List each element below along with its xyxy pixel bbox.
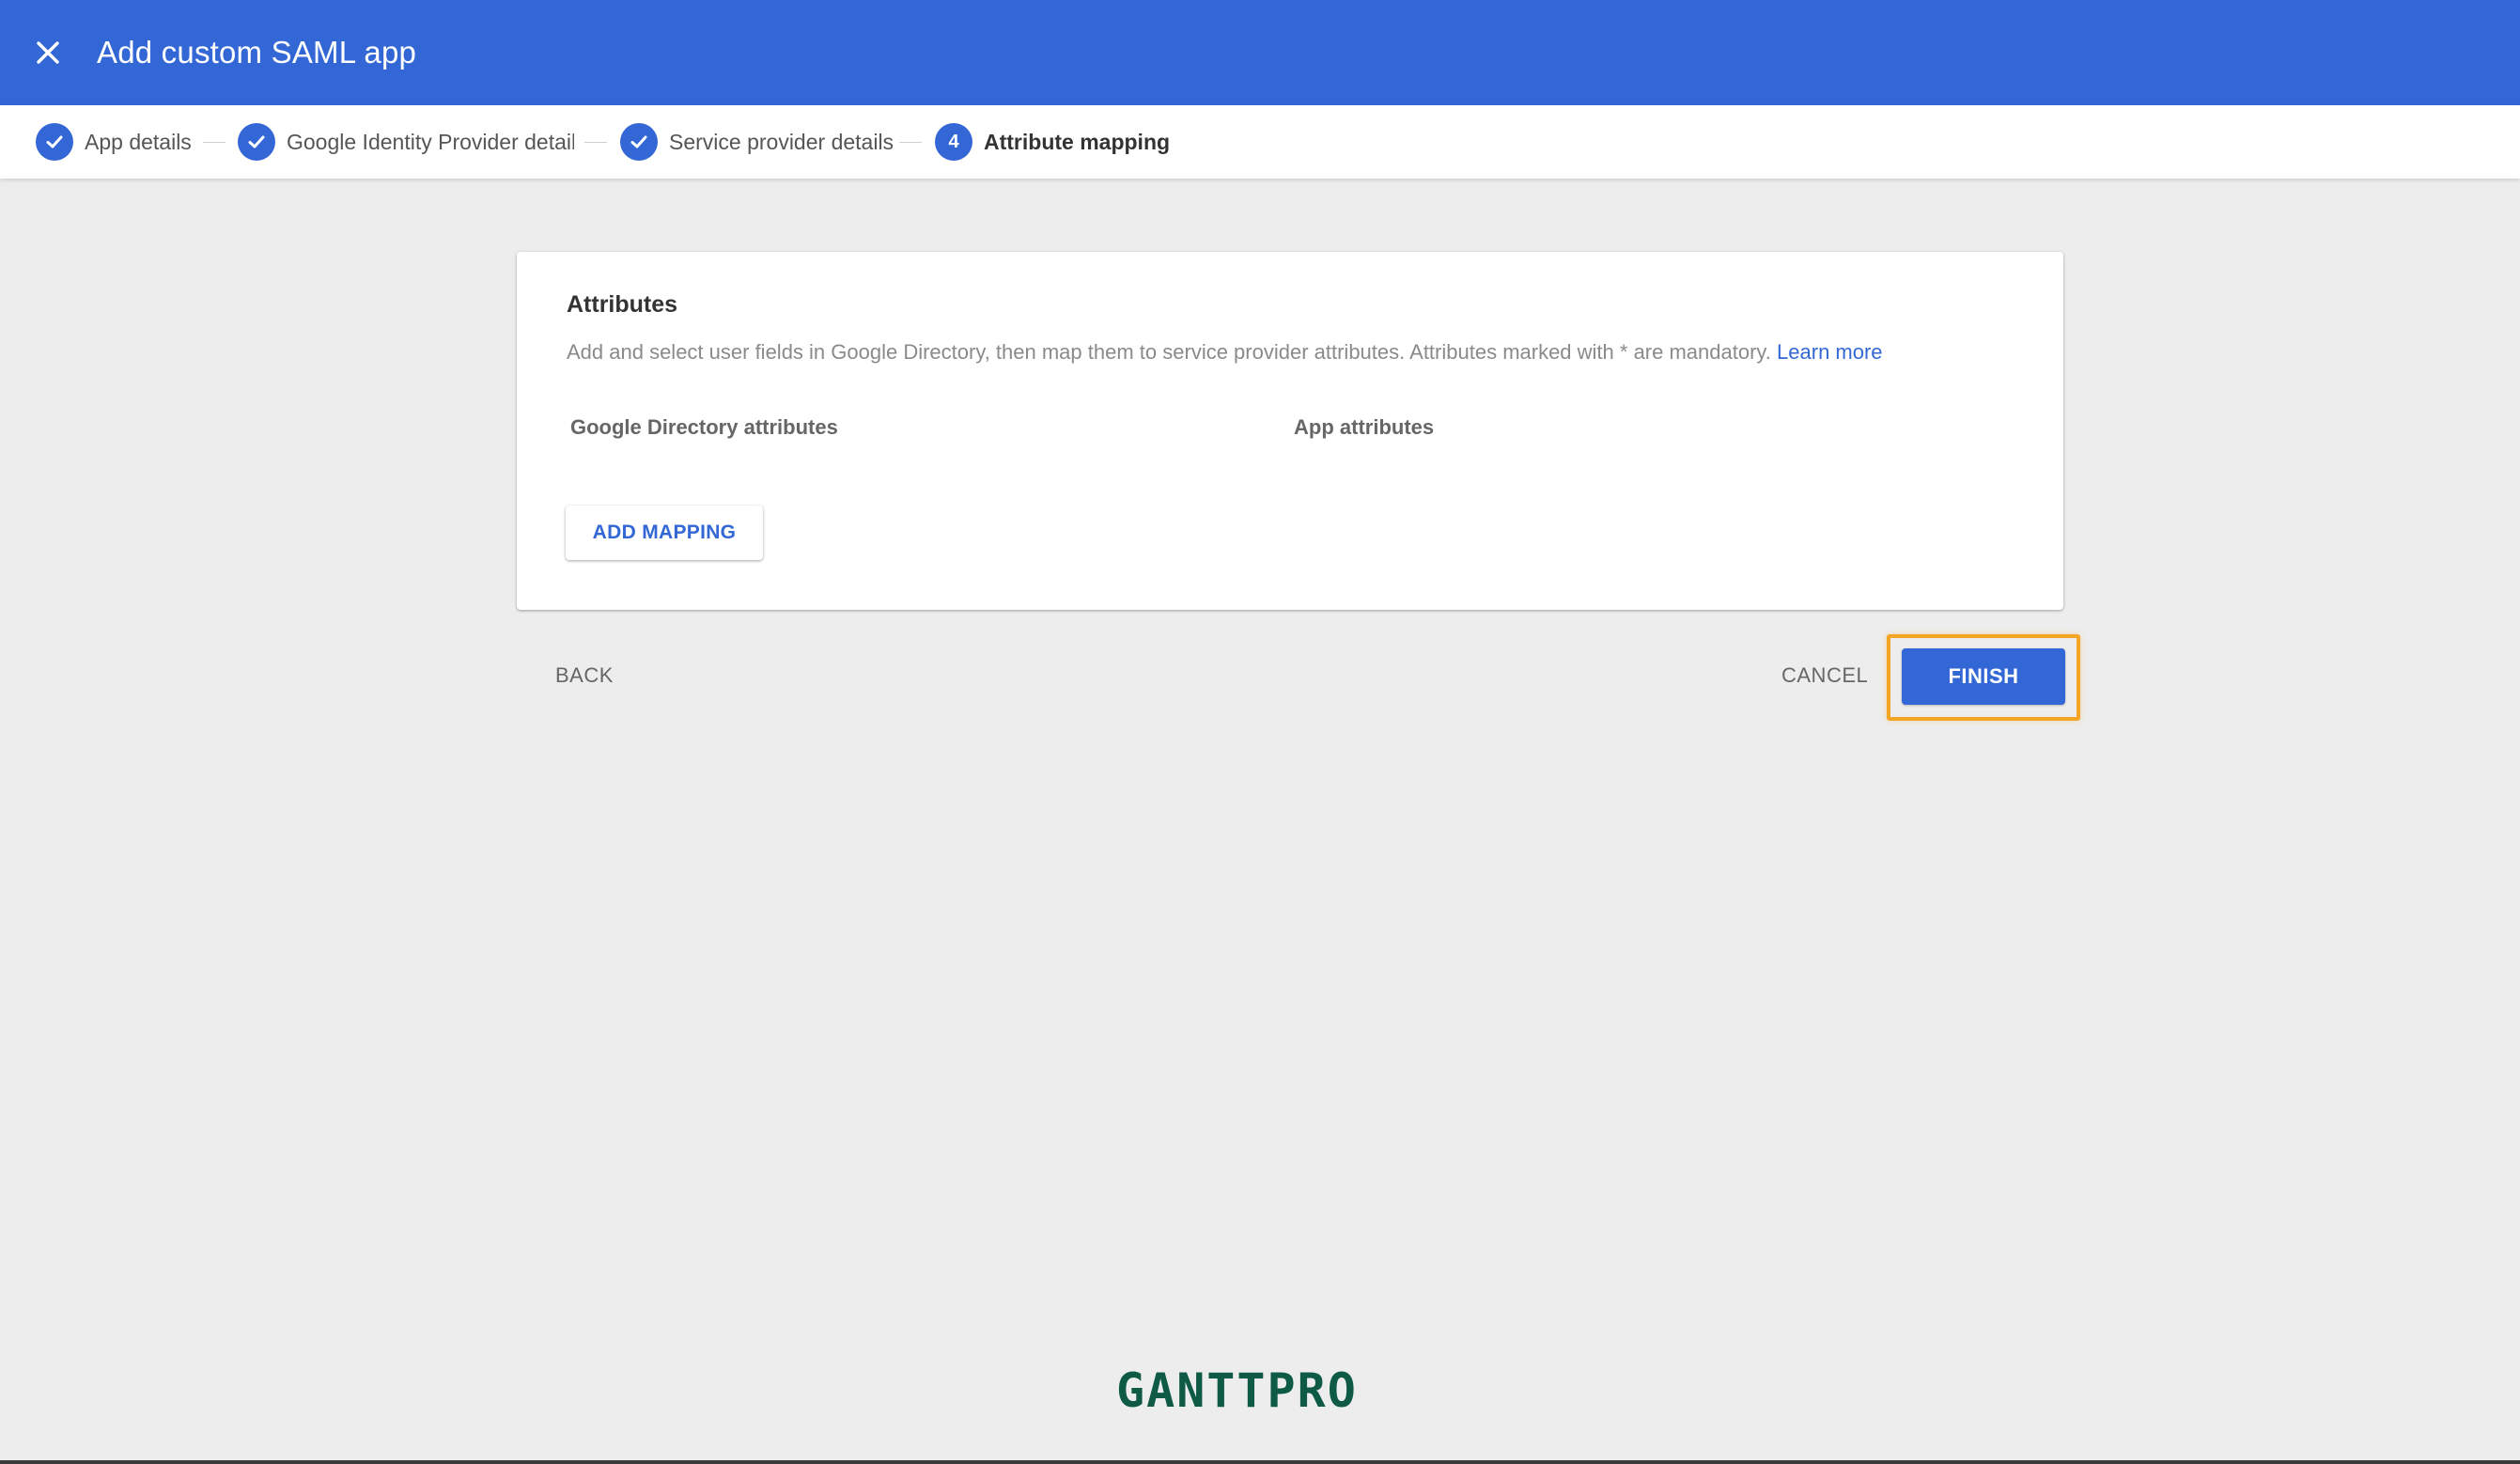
step-label: Attribute mapping: [984, 129, 1171, 154]
ganttpro-logo: GANTTPRO: [1116, 1363, 1358, 1418]
column-header-directory: Google Directory attributes: [570, 415, 838, 439]
add-mapping-button[interactable]: ADD MAPPING: [566, 506, 763, 560]
stepper: App details Google Identity Provider det…: [0, 105, 2520, 179]
step-connector: [203, 142, 226, 143]
step-idp-details[interactable]: Google Identity Provider details: [238, 123, 574, 161]
step-label: App details: [85, 129, 192, 154]
check-icon: [36, 123, 73, 161]
check-icon: [620, 123, 658, 161]
card-description: Add and select user fields in Google Dir…: [567, 340, 1883, 364]
step-connector: [899, 142, 922, 143]
step-number-badge: 4: [935, 123, 972, 161]
learn-more-link[interactable]: Learn more: [1777, 340, 1883, 364]
back-button[interactable]: BACK: [555, 656, 614, 695]
app-header: Add custom SAML app: [0, 0, 2520, 105]
step-connector: [584, 142, 607, 143]
step-attribute-mapping[interactable]: 4 Attribute mapping: [935, 123, 1170, 161]
cancel-button[interactable]: CANCEL: [1781, 656, 1868, 695]
column-header-app: App attributes: [1294, 415, 1435, 439]
check-icon: [238, 123, 275, 161]
step-label: Service provider details: [669, 129, 894, 154]
card-title: Attributes: [567, 291, 678, 318]
step-app-details[interactable]: App details: [36, 123, 192, 161]
finish-button[interactable]: FINISH: [1902, 648, 2065, 705]
close-icon[interactable]: [28, 28, 68, 77]
page-title: Add custom SAML app: [97, 35, 417, 70]
step-label: Google Identity Provider details: [287, 129, 574, 154]
step-service-provider-details[interactable]: Service provider details: [620, 123, 894, 161]
bottom-divider: [0, 1460, 2520, 1464]
attributes-card: Attributes Add and select user fields in…: [517, 252, 2063, 610]
